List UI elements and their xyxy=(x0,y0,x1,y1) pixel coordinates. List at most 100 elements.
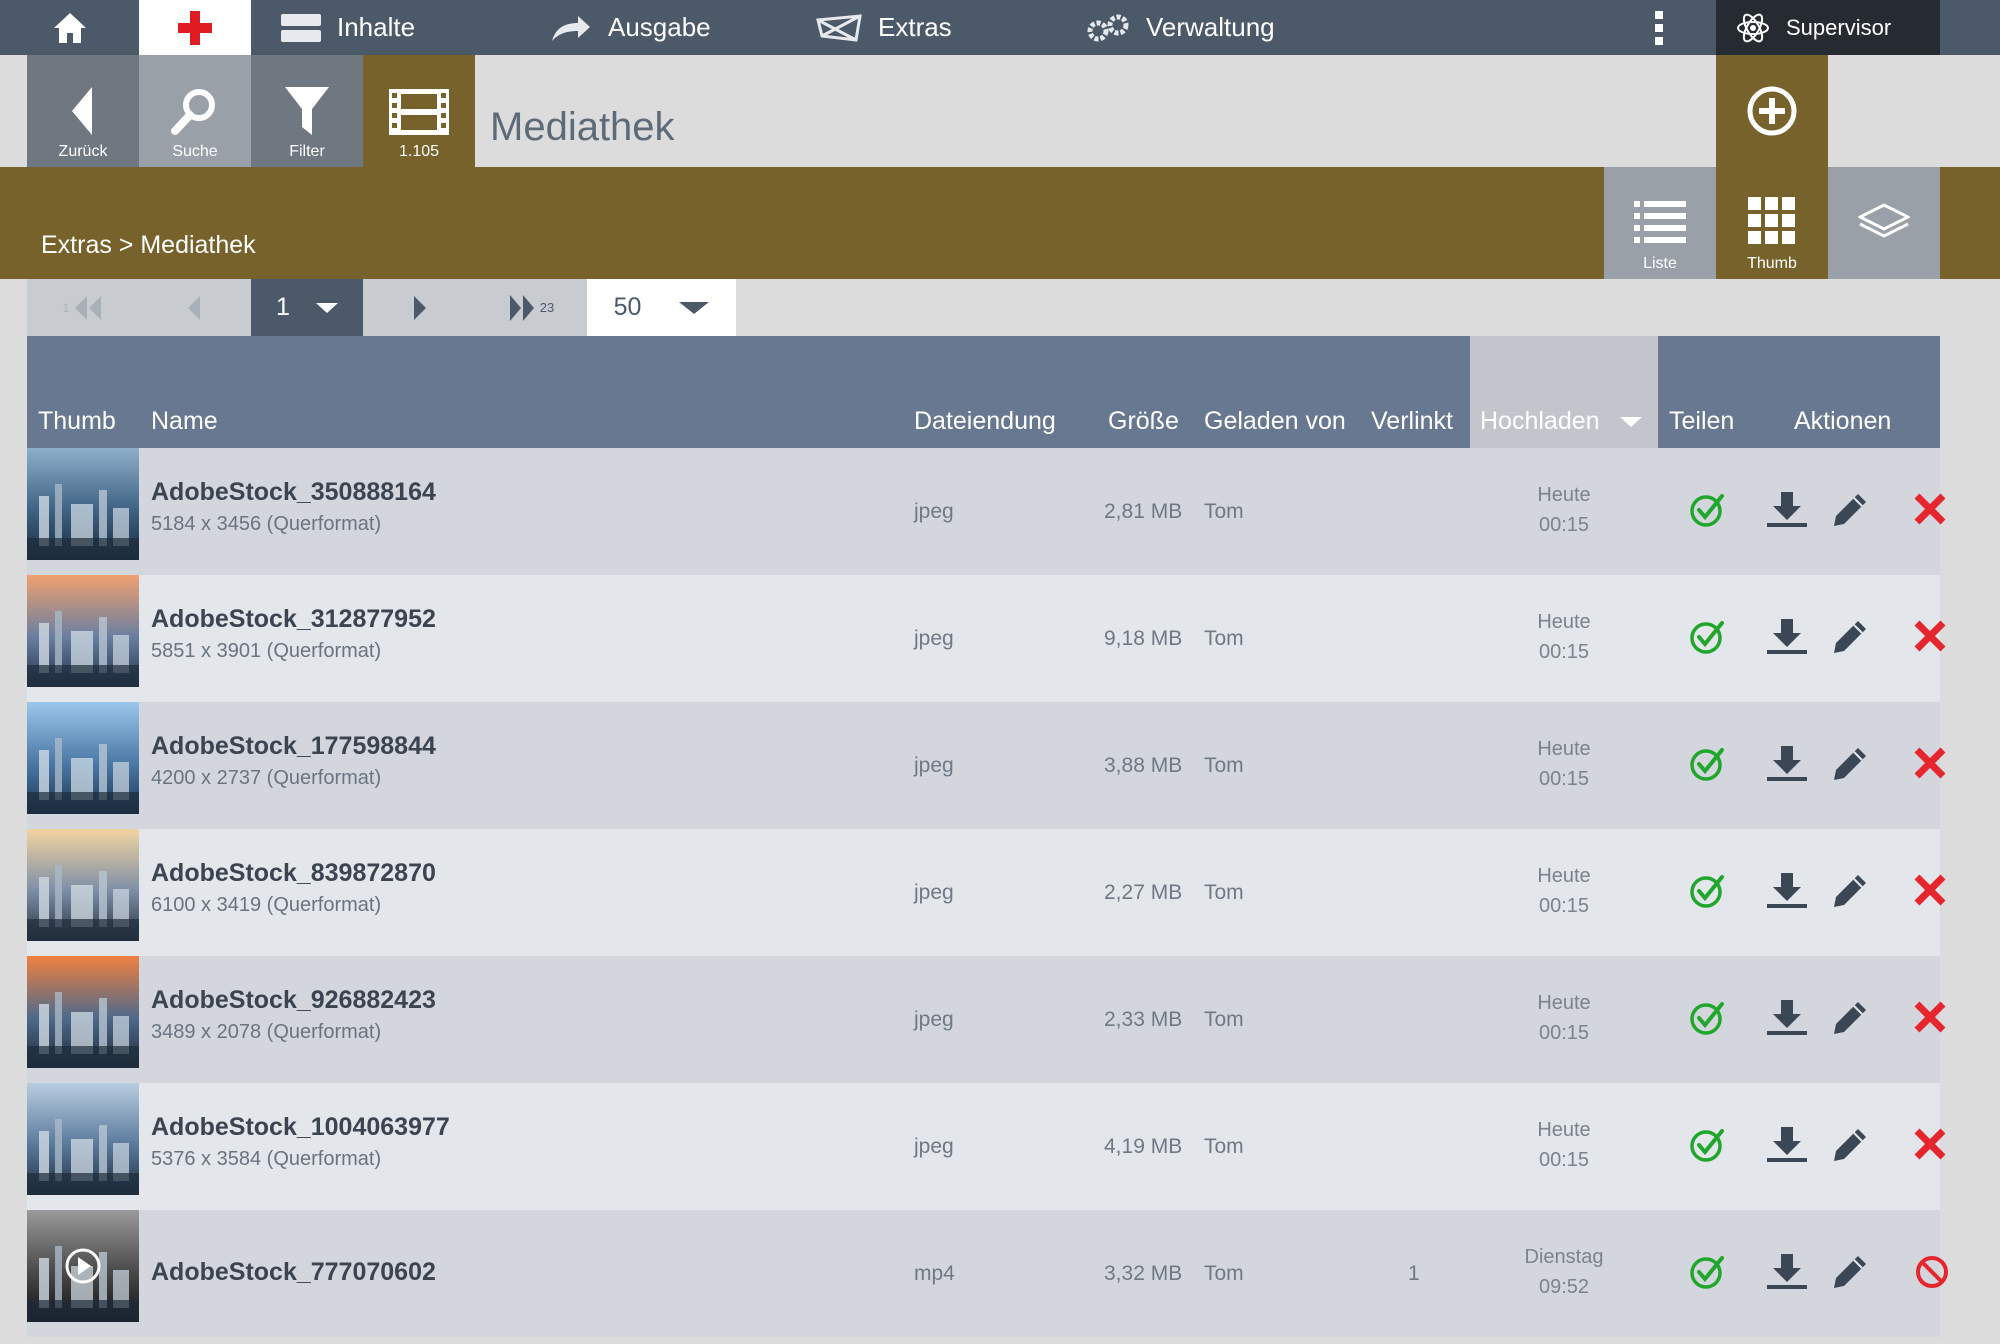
edit-button[interactable] xyxy=(1832,746,1868,782)
delete-button[interactable] xyxy=(1913,1000,1947,1034)
page-select[interactable]: 1 xyxy=(251,279,363,336)
file-dimensions: 5376 x 3584 (Querformat) xyxy=(151,1148,382,1170)
home-button[interactable] xyxy=(0,0,139,55)
user-menu[interactable]: Supervisor xyxy=(1716,0,1940,55)
col-linked[interactable]: Verlinkt xyxy=(1371,407,1453,436)
delete-button[interactable] xyxy=(1913,492,1947,526)
nav-inhalte[interactable]: Inhalte xyxy=(281,0,415,55)
delete-button[interactable] xyxy=(1913,873,1947,907)
table-row[interactable]: AdobeStock_350888164 5184 x 3456 (Querfo… xyxy=(27,448,1946,575)
file-dimensions: 3489 x 2078 (Querformat) xyxy=(151,1021,382,1043)
thumbnail[interactable] xyxy=(27,1083,139,1195)
thumbnail[interactable] xyxy=(27,448,139,560)
thumbnail[interactable] xyxy=(27,1210,139,1322)
file-dimensions: 6100 x 3419 (Querformat) xyxy=(151,894,382,916)
upload-day: Heute xyxy=(1537,611,1591,633)
upload-time: 09:52 xyxy=(1538,1276,1590,1298)
share-button[interactable] xyxy=(1689,1000,1725,1036)
thumbnail[interactable] xyxy=(27,829,139,941)
first-page-button[interactable]: 1 xyxy=(27,279,139,336)
edit-button[interactable] xyxy=(1832,1127,1868,1163)
share-button[interactable] xyxy=(1689,1254,1725,1290)
delete-disabled-button[interactable] xyxy=(1915,1255,1949,1289)
col-size[interactable]: Größe xyxy=(1108,407,1179,436)
delete-button[interactable] xyxy=(1913,746,1947,780)
last-page-button[interactable]: 23 xyxy=(475,279,587,336)
per-page-select[interactable]: 50 xyxy=(587,279,736,336)
media-count-button[interactable]: 1.105 xyxy=(363,55,475,167)
table-row[interactable]: AdobeStock_926882423 3489 x 2078 (Querfo… xyxy=(27,956,1946,1083)
share-button[interactable] xyxy=(1689,619,1725,655)
edit-button[interactable] xyxy=(1832,1254,1868,1290)
download-button[interactable] xyxy=(1767,873,1807,909)
thumbnail[interactable] xyxy=(27,956,139,1068)
download-button[interactable] xyxy=(1767,1000,1807,1036)
thumbnail[interactable] xyxy=(27,575,139,687)
film-strip-icon xyxy=(389,89,449,135)
upload-time: 00:15 xyxy=(1538,1149,1590,1171)
download-button[interactable] xyxy=(1767,492,1807,528)
first-page-number: 1 xyxy=(62,300,70,315)
table-row[interactable]: AdobeStock_1004063977 5376 x 3584 (Querf… xyxy=(27,1083,1946,1210)
breadcrumb[interactable]: Extras > Mediathek xyxy=(41,231,256,260)
next-page-button[interactable] xyxy=(363,279,475,336)
file-name[interactable]: AdobeStock_777070602 xyxy=(151,1258,436,1287)
search-button[interactable]: Suche xyxy=(139,55,251,167)
edit-button[interactable] xyxy=(1832,492,1868,528)
view-layers-button[interactable] xyxy=(1828,167,1940,279)
file-name[interactable]: AdobeStock_312877952 xyxy=(151,605,436,634)
table-row[interactable]: AdobeStock_177598844 4200 x 2737 (Querfo… xyxy=(27,702,1946,829)
upload-day: Heute xyxy=(1537,992,1591,1014)
prev-page-button[interactable] xyxy=(139,279,251,336)
file-name[interactable]: AdobeStock_1004063977 xyxy=(151,1113,450,1142)
check-circle-icon xyxy=(1690,621,1724,654)
view-thumb-button[interactable]: Thumb xyxy=(1716,167,1828,279)
red-cross-icon xyxy=(178,10,212,45)
download-button[interactable] xyxy=(1767,619,1807,655)
delete-button[interactable] xyxy=(1913,1127,1947,1161)
col-upload[interactable]: Hochladen xyxy=(1480,407,1643,436)
file-name[interactable]: AdobeStock_839872870 xyxy=(151,859,436,888)
edit-button[interactable] xyxy=(1832,619,1868,655)
share-button[interactable] xyxy=(1689,1127,1725,1163)
nav-ausgabe[interactable]: Ausgabe xyxy=(550,0,711,55)
col-uploaded-by[interactable]: Geladen von xyxy=(1204,407,1346,436)
table-row[interactable]: AdobeStock_312877952 5851 x 3901 (Querfo… xyxy=(27,575,1946,702)
share-button[interactable] xyxy=(1689,492,1725,528)
nav-extras[interactable]: Extras xyxy=(816,0,952,55)
table-row[interactable]: AdobeStock_777070602 mp4 3,32 MB Tom 1 D… xyxy=(27,1210,1948,1337)
download-button[interactable] xyxy=(1767,746,1807,782)
edit-button[interactable] xyxy=(1832,873,1868,909)
download-button[interactable] xyxy=(1767,1254,1807,1290)
medical-cross-button[interactable] xyxy=(139,0,251,55)
nav-label: Ausgabe xyxy=(608,12,711,42)
back-label: Zurück xyxy=(58,143,108,160)
toolbar: Zurück Suche Filter 1.105 Mediathek xyxy=(0,55,2000,167)
upload-day: Heute xyxy=(1537,865,1591,887)
share-button[interactable] xyxy=(1689,873,1725,909)
col-share[interactable]: Teilen xyxy=(1669,407,1734,436)
edit-button[interactable] xyxy=(1832,1000,1868,1036)
file-extension: jpeg xyxy=(914,500,954,523)
delete-button[interactable] xyxy=(1913,619,1947,653)
file-name[interactable]: AdobeStock_926882423 xyxy=(151,986,436,1015)
nav-verwaltung[interactable]: Verwaltung xyxy=(1086,0,1275,55)
download-button[interactable] xyxy=(1767,1127,1807,1163)
add-media-button[interactable] xyxy=(1716,55,1828,167)
upload-day: Heute xyxy=(1537,1119,1591,1141)
share-button[interactable] xyxy=(1689,746,1725,782)
filter-button[interactable]: Filter xyxy=(251,55,363,167)
col-extension[interactable]: Dateiendung xyxy=(914,407,1056,436)
view-list-button[interactable]: Liste xyxy=(1604,167,1716,279)
col-thumb[interactable]: Thumb xyxy=(38,407,116,436)
gears-icon xyxy=(1087,14,1129,41)
back-button[interactable]: Zurück xyxy=(27,55,139,167)
chevron-down-icon xyxy=(679,301,710,314)
file-name[interactable]: AdobeStock_350888164 xyxy=(151,478,436,507)
table-row[interactable]: AdobeStock_839872870 6100 x 3419 (Querfo… xyxy=(27,829,1946,956)
more-menu-button[interactable] xyxy=(1640,0,1678,55)
pencil-icon xyxy=(1834,1129,1866,1161)
file-name[interactable]: AdobeStock_177598844 xyxy=(151,732,436,761)
col-name[interactable]: Name xyxy=(151,407,218,436)
thumbnail[interactable] xyxy=(27,702,139,814)
